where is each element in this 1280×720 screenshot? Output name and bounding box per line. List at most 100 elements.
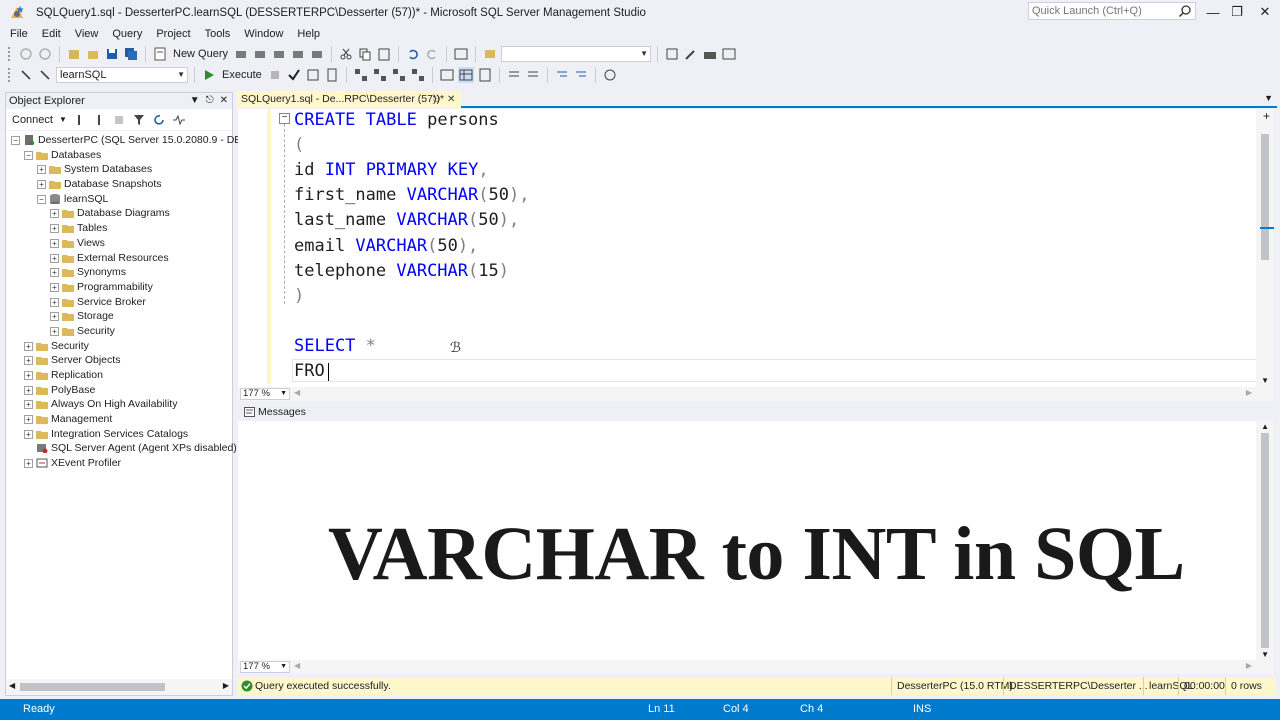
close-button[interactable]: ✕ bbox=[1250, 0, 1280, 24]
execute-icon[interactable] bbox=[201, 67, 217, 83]
change-connection-icon[interactable] bbox=[37, 67, 53, 83]
tree-item[interactable]: + XEvent Profiler bbox=[6, 456, 232, 471]
expand-icon[interactable]: + bbox=[50, 282, 59, 292]
tree-item[interactable]: + Database Diagrams bbox=[6, 206, 232, 221]
query-editor[interactable]: − CREATE TABLE persons(id INT PRIMARY KE… bbox=[238, 109, 1274, 387]
menu-query[interactable]: Query bbox=[105, 26, 149, 43]
cancel-query-icon[interactable] bbox=[267, 67, 283, 83]
live-stats-icon[interactable] bbox=[391, 67, 407, 83]
tree-item[interactable]: + Security bbox=[6, 324, 232, 339]
registered-servers-icon[interactable] bbox=[664, 46, 680, 62]
new-query-button[interactable]: New Query bbox=[171, 48, 230, 60]
tree-item[interactable]: − Databases bbox=[6, 148, 232, 163]
connect-button[interactable]: Connect bbox=[10, 114, 55, 126]
scroll-up-icon[interactable]: ▲ bbox=[1261, 422, 1269, 431]
activity-monitor-icon[interactable] bbox=[453, 46, 469, 62]
menu-view[interactable]: View bbox=[68, 26, 106, 43]
maximize-button[interactable]: ❐ bbox=[1222, 0, 1252, 24]
estimated-plan-icon[interactable] bbox=[305, 67, 321, 83]
collapse-icon[interactable]: − bbox=[11, 136, 20, 145]
dmx-query-icon[interactable] bbox=[252, 46, 268, 62]
expand-icon[interactable]: + bbox=[24, 415, 33, 425]
menu-tools[interactable]: Tools bbox=[198, 26, 238, 43]
toolbox-icon[interactable] bbox=[702, 46, 718, 62]
tree-item[interactable]: SQL Server Agent (Agent XPs disabled) bbox=[6, 441, 237, 456]
new-query-icon[interactable] bbox=[152, 46, 168, 62]
specify-template-values-icon[interactable] bbox=[602, 67, 618, 83]
scroll-down-icon[interactable]: ▼ bbox=[1261, 376, 1269, 385]
search-icon[interactable] bbox=[1178, 4, 1192, 18]
paste-icon[interactable] bbox=[376, 46, 392, 62]
solution-configuration-combo[interactable]: ▼ bbox=[501, 46, 652, 62]
xmla-query-icon[interactable] bbox=[271, 46, 287, 62]
close-tab-icon[interactable]: ✕ bbox=[447, 91, 455, 108]
expand-icon[interactable]: + bbox=[24, 400, 33, 410]
tree-item[interactable]: + PolyBase bbox=[6, 383, 232, 398]
tree-item[interactable]: + Service Broker bbox=[6, 295, 232, 310]
tree-item[interactable]: + Tables bbox=[6, 221, 232, 236]
expand-icon[interactable]: + bbox=[50, 209, 59, 219]
tree-item[interactable]: + Always On High Availability bbox=[6, 397, 232, 412]
increase-indent-icon[interactable] bbox=[573, 67, 589, 83]
expand-icon[interactable]: + bbox=[50, 238, 59, 248]
analysis-query-icon[interactable] bbox=[309, 46, 325, 62]
scrollbar-thumb[interactable] bbox=[20, 683, 165, 691]
toolbar-grip[interactable] bbox=[8, 47, 12, 61]
split-editor-icon[interactable]: + bbox=[1263, 109, 1270, 123]
connect-icon[interactable] bbox=[18, 67, 34, 83]
vertical-scrollbar[interactable]: ▲ ▼ bbox=[1256, 421, 1274, 660]
expand-icon[interactable]: + bbox=[50, 326, 59, 336]
menu-window[interactable]: Window bbox=[237, 26, 290, 43]
expand-icon[interactable]: + bbox=[24, 459, 33, 469]
dax-query-icon[interactable] bbox=[290, 46, 306, 62]
expand-icon[interactable]: + bbox=[24, 385, 33, 395]
expand-icon[interactable]: + bbox=[37, 165, 46, 175]
collapse-icon[interactable]: − bbox=[24, 150, 33, 160]
connect-plug-icon[interactable] bbox=[71, 112, 87, 128]
scrollbar-thumb[interactable] bbox=[1261, 433, 1269, 648]
messages-zoom-combo[interactable]: 177 % ▼ bbox=[240, 661, 290, 673]
close-icon[interactable]: ✕ bbox=[220, 93, 228, 109]
tree-item[interactable]: − DesserterPC (SQL Server 15.0.2080.9 - D… bbox=[6, 133, 262, 148]
client-stats-icon[interactable] bbox=[410, 67, 426, 83]
tree-item[interactable]: + Management bbox=[6, 412, 232, 427]
back-icon[interactable] bbox=[18, 46, 34, 62]
messages-pane[interactable]: VARCHAR to INT in SQL ▲ ▼ bbox=[238, 421, 1274, 660]
open-file-icon[interactable] bbox=[85, 46, 101, 62]
quick-launch-input[interactable] bbox=[1029, 3, 1174, 19]
expand-icon[interactable]: + bbox=[24, 356, 33, 366]
scroll-left-icon[interactable]: ◀ bbox=[9, 681, 15, 690]
expand-icon[interactable]: + bbox=[50, 312, 59, 322]
scrollbar-thumb[interactable] bbox=[1261, 134, 1269, 260]
menu-edit[interactable]: Edit bbox=[35, 26, 68, 43]
tree-item[interactable]: + Server Objects bbox=[6, 353, 232, 368]
collapse-icon[interactable]: − bbox=[37, 194, 46, 204]
pin-icon[interactable]: ⎋ bbox=[433, 91, 440, 108]
tab-sqlquery1[interactable]: SQLQuery1.sql - De...RPC\Desserter (57))… bbox=[237, 91, 461, 108]
comment-out-icon[interactable] bbox=[506, 67, 522, 83]
ssms-app-icon[interactable] bbox=[8, 4, 26, 22]
intellisense-icon[interactable] bbox=[353, 67, 369, 83]
redo-icon[interactable] bbox=[424, 46, 440, 62]
filter-icon[interactable] bbox=[131, 112, 147, 128]
available-databases-combo[interactable]: learnSQL ▼ bbox=[56, 67, 188, 83]
expand-icon[interactable]: + bbox=[50, 268, 59, 278]
tree-item[interactable]: + Integration Services Catalogs bbox=[6, 427, 232, 442]
window-layout-icon[interactable] bbox=[721, 46, 737, 62]
tree-item[interactable]: + Replication bbox=[6, 368, 232, 383]
uncomment-icon[interactable] bbox=[525, 67, 541, 83]
tree-item[interactable]: + System Databases bbox=[6, 162, 232, 177]
activity-monitor-icon[interactable] bbox=[171, 112, 187, 128]
find-in-files-icon[interactable] bbox=[482, 46, 498, 62]
scroll-right-icon[interactable]: ▶ bbox=[223, 681, 229, 690]
mdx-query-icon[interactable] bbox=[233, 46, 249, 62]
expand-icon[interactable]: + bbox=[24, 341, 33, 351]
expand-icon[interactable]: + bbox=[24, 429, 33, 439]
execute-button[interactable]: Execute bbox=[220, 69, 264, 81]
chevron-down-icon[interactable]: ▼ bbox=[1264, 93, 1273, 103]
expand-icon[interactable]: + bbox=[37, 180, 46, 190]
stop-icon[interactable] bbox=[111, 112, 127, 128]
parse-checkmark-icon[interactable] bbox=[286, 67, 302, 83]
cut-icon[interactable] bbox=[338, 46, 354, 62]
new-project-icon[interactable] bbox=[66, 46, 82, 62]
